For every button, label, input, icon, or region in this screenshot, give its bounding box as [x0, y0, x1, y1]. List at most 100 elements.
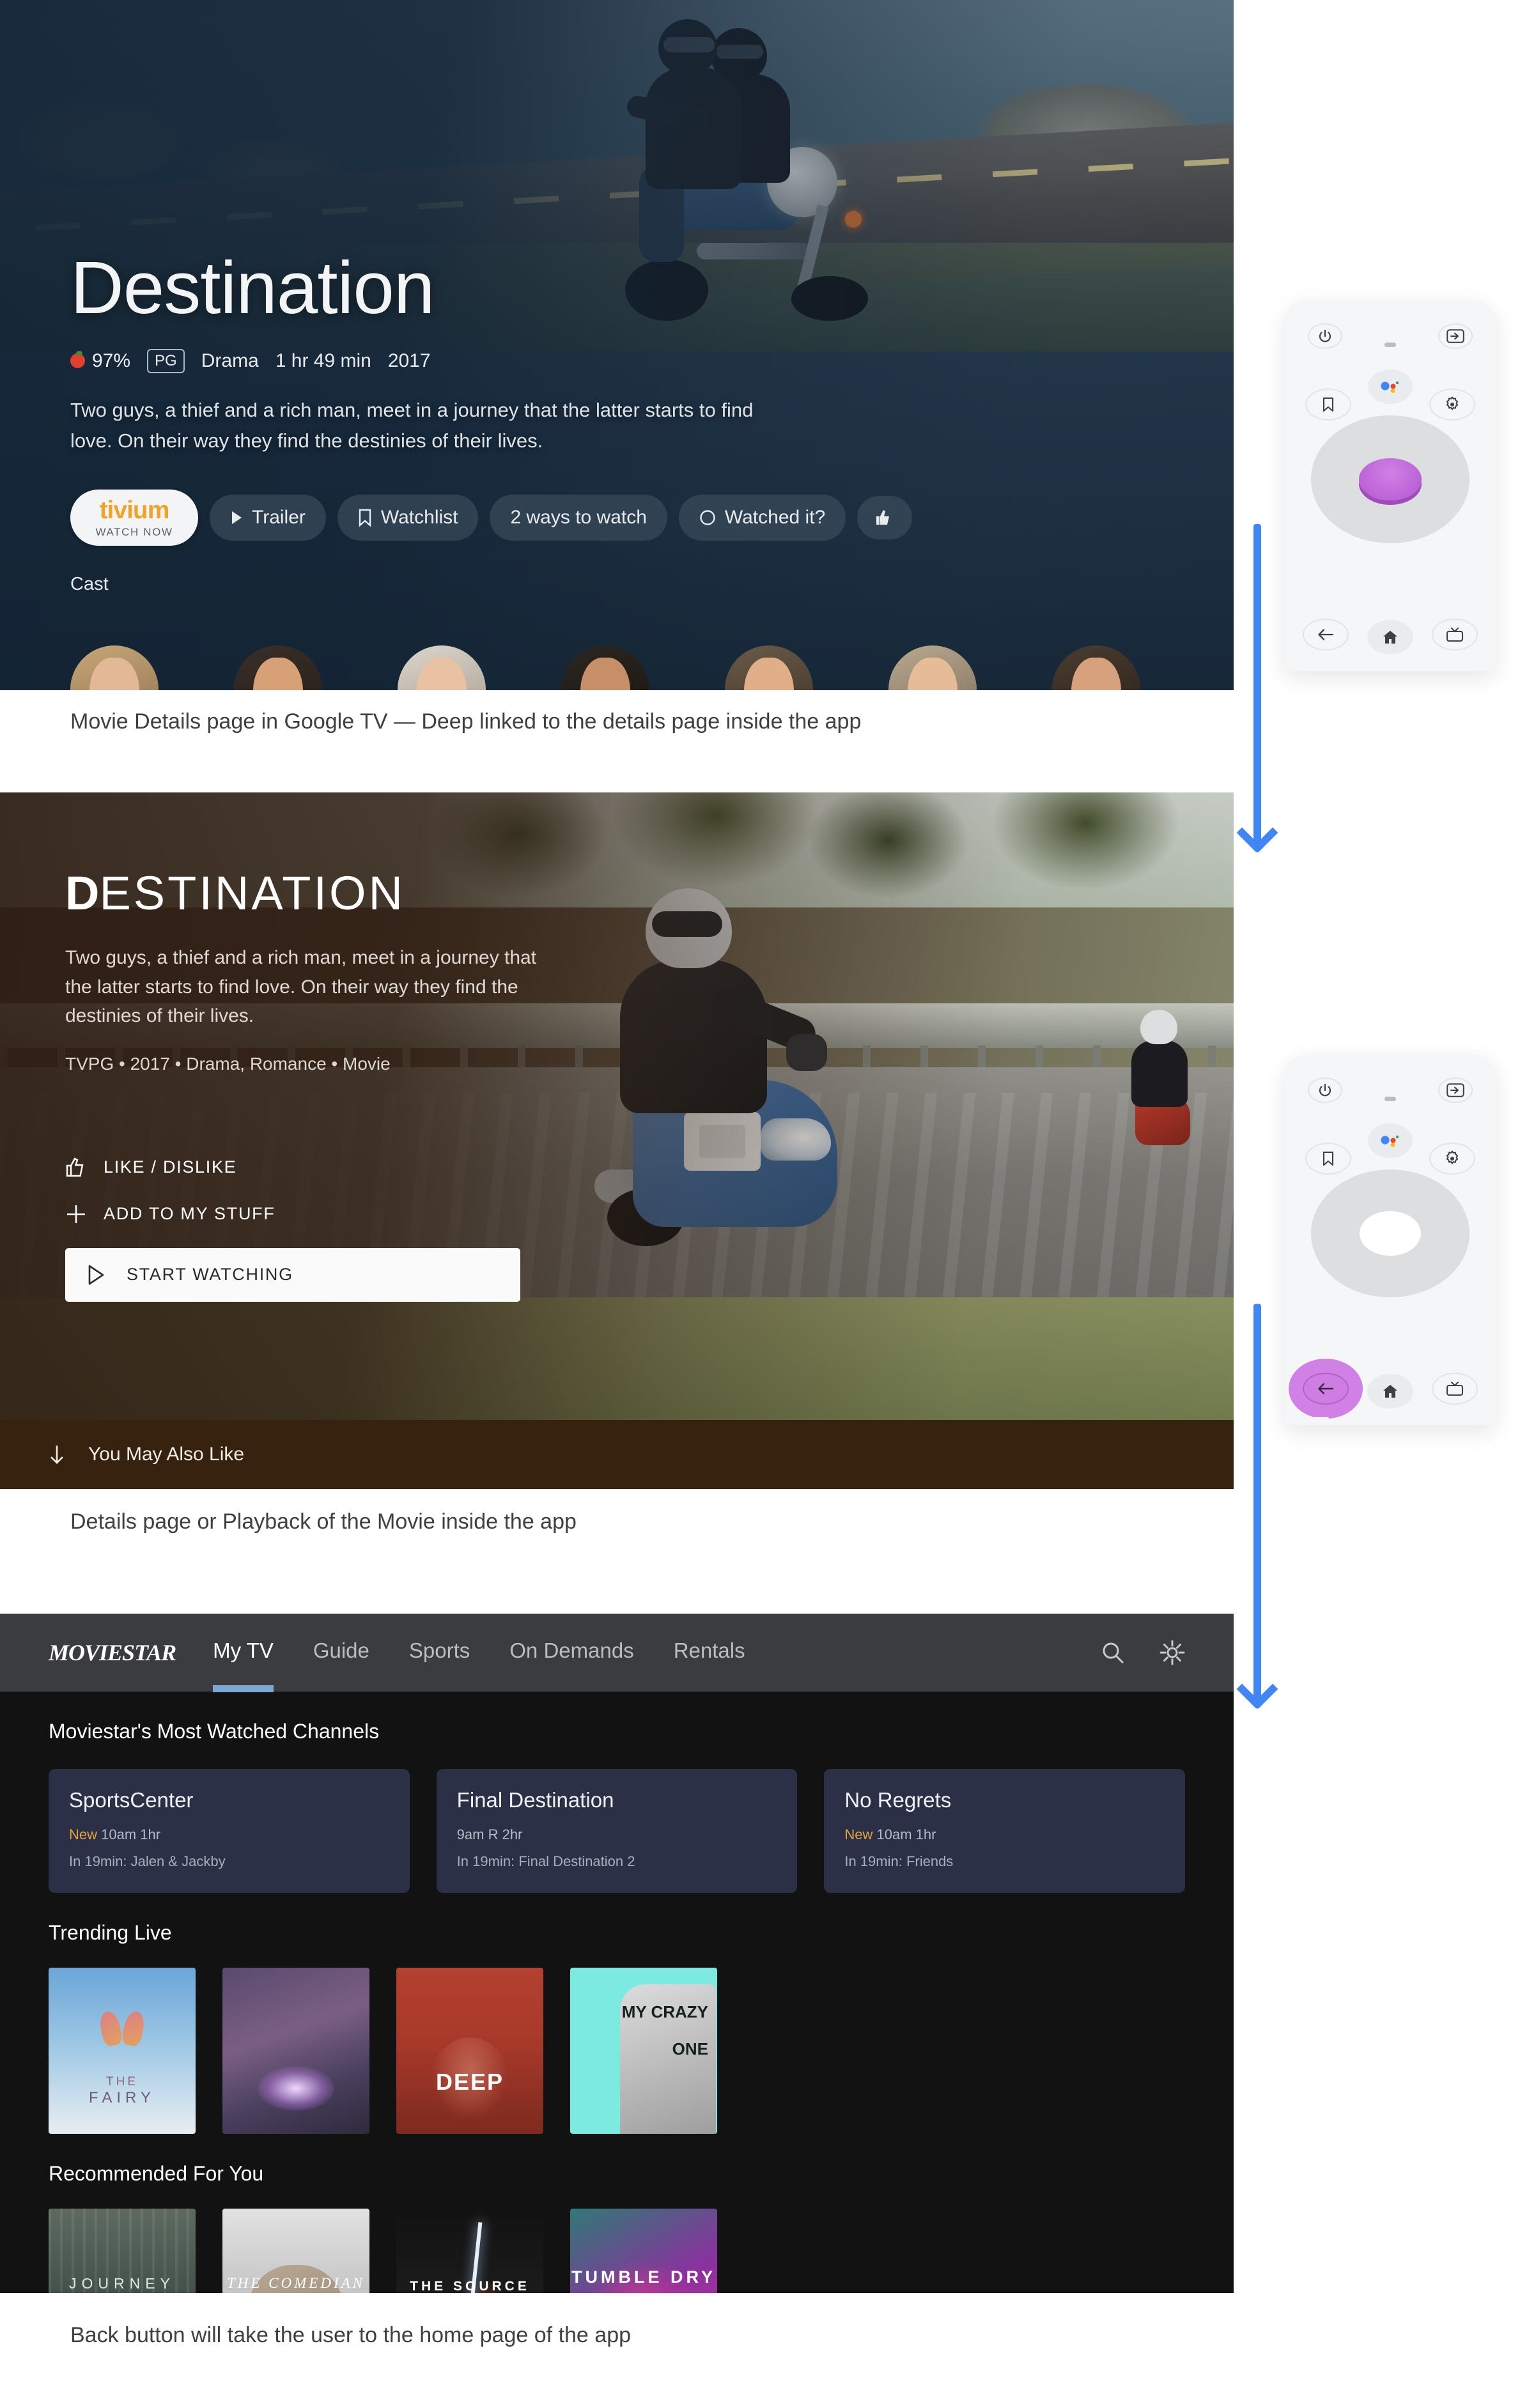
nav-tabs: My TV Guide Sports On Demands Rentals — [213, 1639, 745, 1692]
section-title-recommended: Recommended For You — [49, 2162, 264, 2185]
gear-icon[interactable] — [1159, 1640, 1185, 1665]
tab-sports[interactable]: Sports — [409, 1639, 470, 1667]
avatar[interactable] — [1052, 645, 1140, 690]
bookmark-icon[interactable] — [1305, 1143, 1351, 1175]
ok-button[interactable] — [1360, 1211, 1421, 1256]
google-tv-remote-top — [1285, 300, 1496, 679]
status-led — [1384, 1097, 1396, 1101]
home-icon[interactable] — [1367, 1374, 1413, 1409]
bookmark-icon[interactable] — [1305, 389, 1351, 421]
search-icon[interactable] — [1101, 1640, 1125, 1665]
movie-metadata: TVPG • 2017 • Drama, Romance • Movie — [65, 1053, 391, 1074]
channel-card-row: SportsCenter New 10am 1hr In 19min: Jale… — [49, 1769, 1186, 1893]
power-icon[interactable] — [1308, 323, 1342, 349]
movie-title: Destination — [70, 246, 435, 329]
channel-card[interactable]: SportsCenter New 10am 1hr In 19min: Jale… — [49, 1769, 410, 1893]
start-watching-button[interactable]: START WATCHING — [65, 1247, 520, 1302]
dpad[interactable] — [1311, 415, 1470, 543]
avatar[interactable] — [888, 645, 977, 690]
channel-time: 10am 1hr — [876, 1826, 936, 1842]
tab-my-tv[interactable]: My TV — [213, 1639, 274, 1692]
play-icon — [87, 1265, 105, 1285]
avatar[interactable] — [398, 645, 486, 690]
metadata-row: 97% PG Drama 1 hr 49 min 2017 — [70, 348, 912, 373]
tab-rentals[interactable]: Rentals — [674, 1639, 745, 1667]
poster-card[interactable] — [222, 1968, 369, 2134]
poster-title-line1: THE — [106, 2075, 138, 2088]
channel-time: 9am R 2hr — [456, 1826, 523, 1842]
channel-next-up: In 19min: Friends — [844, 1853, 954, 1869]
trailer-label: Trailer — [252, 506, 306, 528]
add-to-my-stuff-button[interactable]: ADD TO MY STUFF — [65, 1203, 640, 1225]
you-may-also-like-bar[interactable]: You May Also Like — [0, 1420, 1234, 1489]
channel-next-up: In 19min: Jalen & Jackby — [69, 1853, 226, 1869]
like-dislike-label: LIKE / DISLIKE — [104, 1157, 237, 1177]
power-icon[interactable] — [1308, 1077, 1342, 1103]
plus-icon — [65, 1203, 87, 1225]
movie-title-initial: D — [65, 867, 100, 920]
channel-title: No Regrets — [844, 1788, 952, 1812]
add-to-my-stuff-label: ADD TO MY STUFF — [104, 1204, 275, 1224]
poster-title: THE SOURCE — [410, 2279, 530, 2293]
flow-arrow-2 — [1253, 1304, 1261, 1700]
poster-card[interactable]: THE COMEDIAN — [222, 2209, 369, 2293]
channel-card[interactable]: No Regrets New 10am 1hr In 19min: Friend… — [824, 1769, 1186, 1893]
gear-icon[interactable] — [1429, 1143, 1475, 1175]
flow-arrow-1 — [1253, 524, 1261, 844]
ways-to-watch-button[interactable]: 2 ways to watch — [490, 494, 667, 541]
like-dislike-button[interactable]: LIKE / DISLIKE — [65, 1157, 640, 1178]
tivium-logo-text: tivium — [99, 496, 170, 524]
input-icon[interactable] — [1438, 1077, 1473, 1103]
caption-back-button: Back button will take the user to the ho… — [70, 2323, 632, 2347]
live-tv-icon[interactable] — [1432, 619, 1478, 651]
channel-card[interactable]: Final Destination 9am R 2hr In 19min: Fi… — [436, 1769, 798, 1893]
tab-on-demands[interactable]: On Demands — [509, 1639, 633, 1667]
poster-card[interactable]: THE FAIRY — [49, 1968, 196, 2134]
nav-actions — [1101, 1640, 1185, 1665]
watchlist-label: Watchlist — [380, 506, 458, 528]
tab-guide[interactable]: Guide — [313, 1639, 369, 1667]
avatar[interactable] — [234, 645, 322, 690]
poster-card[interactable]: MY CRAZY ONE — [570, 1968, 717, 2134]
app-navigation-bar: MOVIESTAR My TV Guide Sports On Demands … — [0, 1614, 1234, 1692]
section-title-channels: Moviestar's Most Watched Channels — [49, 1720, 380, 1743]
action-button-row: tivium WATCH NOW Trailer Watchlist 2 way… — [70, 489, 913, 546]
poster-card[interactable]: TUMBLE DRY — [570, 2209, 717, 2293]
poster-title-line2: FAIRY — [89, 2089, 155, 2106]
trending-poster-row: THE FAIRY DEEP MY CRAZY ONE — [49, 1968, 1185, 2134]
live-tv-icon[interactable] — [1432, 1373, 1478, 1405]
avatar[interactable] — [725, 645, 813, 690]
poster-card[interactable]: JOURNEY — [49, 2209, 196, 2293]
watched-it-button[interactable]: Watched it? — [678, 494, 846, 541]
thumbs-rating-button[interactable] — [857, 495, 913, 539]
poster-title: JOURNEY — [69, 2275, 175, 2292]
tivium-watch-now-button[interactable]: tivium WATCH NOW — [70, 489, 198, 546]
arrow-down-icon — [49, 1444, 65, 1465]
ok-button[interactable] — [1359, 458, 1422, 500]
home-icon[interactable] — [1367, 620, 1413, 654]
watchlist-button[interactable]: Watchlist — [337, 494, 479, 541]
gear-icon[interactable] — [1429, 389, 1475, 421]
poster-title-line2: DEEP — [435, 2069, 504, 2095]
genre-label: Drama — [201, 350, 259, 371]
back-icon[interactable] — [1303, 1373, 1349, 1405]
score-value: 97% — [92, 350, 131, 371]
avatar[interactable] — [70, 645, 159, 690]
channel-schedule: New 10am 1hr — [69, 1826, 389, 1843]
butterfly-art — [97, 2009, 147, 2048]
channel-time: 10am 1hr — [101, 1826, 161, 1842]
content-rating-badge: PG — [147, 348, 185, 373]
dpad[interactable] — [1311, 1169, 1470, 1297]
trailer-button[interactable]: Trailer — [210, 494, 326, 541]
google-assistant-icon[interactable] — [1368, 1123, 1413, 1158]
back-icon[interactable] — [1303, 619, 1349, 651]
poster-title-line1: MY CRAZY — [621, 2002, 708, 2021]
google-assistant-icon[interactable] — [1368, 369, 1413, 404]
input-icon[interactable] — [1438, 323, 1473, 349]
avatar[interactable] — [561, 645, 649, 690]
channel-schedule: New 10am 1hr — [844, 1826, 1165, 1843]
new-badge: New — [844, 1826, 873, 1842]
app-logo[interactable]: MOVIESTAR — [49, 1639, 176, 1666]
poster-card[interactable]: DEEP — [396, 1968, 543, 2134]
poster-card[interactable]: THE SOURCE — [396, 2209, 543, 2293]
